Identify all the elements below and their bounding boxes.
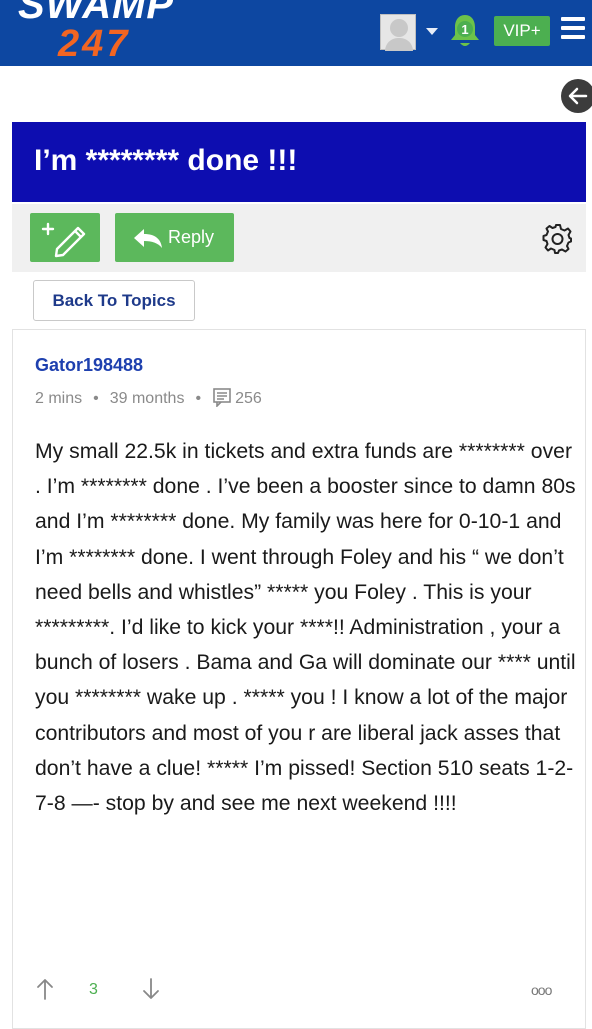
member-age: 39 months <box>109 390 185 407</box>
thread-action-bar: Reply <box>12 204 586 272</box>
swamp247-logo[interactable]: SWAMP 247 <box>18 0 258 67</box>
notification-count: 1 <box>461 22 468 37</box>
reply-button-label: Reply <box>168 227 215 247</box>
post-count: 256 <box>235 390 262 407</box>
vip-plus-button[interactable]: VIP+ <box>494 16 550 46</box>
thread-title-bar: I’m ******** done !!! <box>12 122 586 202</box>
back-to-topics-button[interactable]: Back To Topics <box>33 280 195 321</box>
thread-title: I’m ******** done !!! <box>34 144 298 177</box>
post-vote-bar: 3 ooo <box>35 975 580 1005</box>
user-avatar[interactable] <box>380 14 416 51</box>
arrow-left-icon <box>568 87 588 105</box>
settings-gear-icon[interactable] <box>542 222 574 254</box>
upvote-arrow-icon[interactable] <box>35 975 55 1003</box>
notification-bell-icon[interactable]: 1 <box>448 12 482 50</box>
post-body: My small 22.5k in tickets and extra fund… <box>35 440 576 816</box>
new-post-button[interactable] <box>30 213 100 262</box>
chevron-down-icon[interactable] <box>426 28 438 35</box>
downvote-arrow-icon[interactable] <box>141 975 161 1003</box>
post-card: Gator198488 2 mins • 39 months • 256 My smal… <box>12 329 586 1029</box>
post-time: 2 mins <box>35 390 83 407</box>
reply-button[interactable]: Reply <box>115 213 234 262</box>
site-header: SWAMP 247 1 VIP+ <box>0 0 592 66</box>
post-meta: 2 mins • 39 months • 256 <box>35 387 262 408</box>
back-arrow-button[interactable] <box>561 79 592 113</box>
vote-count: 3 <box>89 981 98 998</box>
reply-arrow-icon <box>134 229 162 248</box>
hamburger-menu-icon[interactable] <box>561 17 585 43</box>
more-options-button[interactable]: ooo <box>531 982 552 998</box>
posts-count-icon <box>213 388 231 408</box>
new-post-pencil-icon <box>41 222 86 258</box>
post-author[interactable]: Gator198488 <box>35 355 143 376</box>
svg-text:247: 247 <box>57 23 130 62</box>
